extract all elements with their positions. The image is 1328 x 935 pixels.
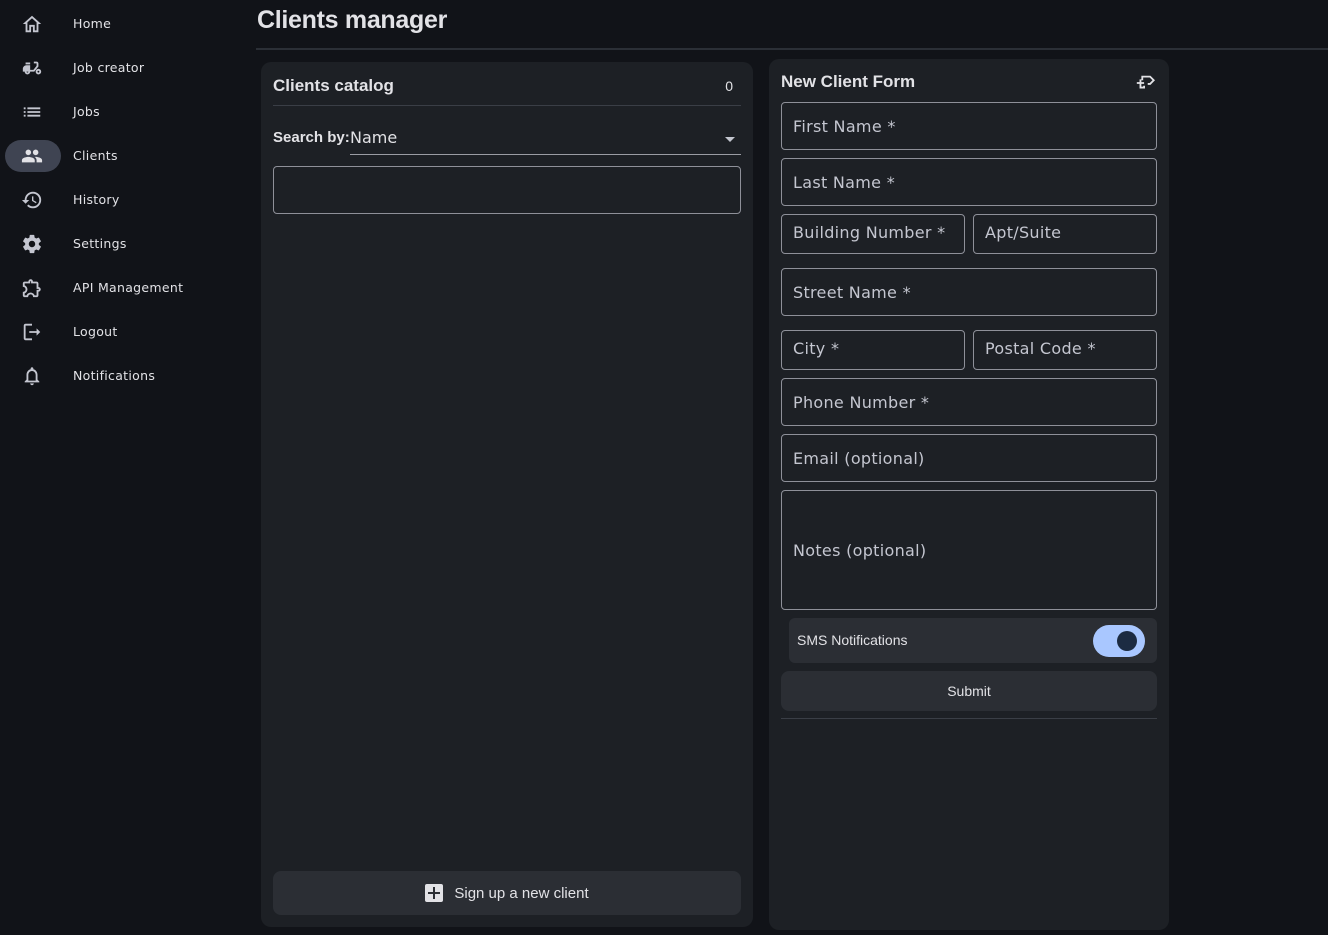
delivery-add-icon[interactable] [1134, 73, 1156, 93]
search-by-label: Search by: [273, 129, 350, 146]
sidebar-item-home[interactable]: Home [0, 8, 250, 40]
sidebar-item-notifications[interactable]: Notifications [0, 360, 250, 392]
sidebar-item-history[interactable]: History [0, 184, 250, 216]
people-icon [21, 145, 43, 167]
sidebar: Home Job creator Jobs Clients History Se [0, 0, 250, 935]
apt-suite-label: Apt/Suite [985, 223, 1062, 242]
sidebar-item-label: Jobs [73, 104, 100, 119]
search-by-value: Name [350, 128, 398, 147]
bell-icon [21, 365, 43, 387]
search-by-select[interactable]: Name [350, 124, 741, 155]
notes-label: Notes (optional) [793, 541, 927, 560]
sidebar-item-label: History [73, 192, 120, 207]
logout-icon [21, 321, 43, 343]
apt-suite-field[interactable]: Apt/Suite [973, 214, 1157, 254]
chevron-down-icon [725, 137, 735, 142]
last-name-label: Last Name * [793, 173, 896, 192]
home-icon [21, 13, 43, 35]
sidebar-item-label: Clients [73, 148, 118, 163]
postal-code-label: Postal Code * [985, 339, 1096, 358]
sign-up-client-button[interactable]: Sign up a new client [273, 871, 741, 915]
extension-icon [21, 277, 43, 299]
gear-icon [21, 233, 43, 255]
phone-number-field[interactable]: Phone Number * [781, 378, 1157, 426]
building-number-label: Building Number * [793, 223, 946, 242]
sidebar-item-label: Logout [73, 324, 118, 339]
sms-notifications-label: SMS Notifications [797, 632, 908, 648]
sidebar-item-label: Home [73, 16, 112, 31]
header-divider [256, 48, 1328, 50]
street-name-label: Street Name * [793, 283, 911, 302]
sidebar-item-clients[interactable]: Clients [0, 140, 250, 172]
form-divider [781, 718, 1157, 719]
page-title: Clients manager [257, 6, 448, 34]
sidebar-item-label: API Management [73, 280, 184, 295]
client-count: 0 [725, 78, 733, 94]
sidebar-item-settings[interactable]: Settings [0, 228, 250, 260]
first-name-label: First Name * [793, 117, 896, 136]
email-field[interactable]: Email (optional) [781, 434, 1157, 482]
sidebar-item-jobs[interactable]: Jobs [0, 96, 250, 128]
email-label: Email (optional) [793, 449, 925, 468]
sidebar-item-label: Notifications [73, 368, 156, 383]
moped-icon [21, 57, 43, 79]
sidebar-item-api-management[interactable]: API Management [0, 272, 250, 304]
sidebar-item-label: Job creator [73, 60, 145, 75]
clients-catalog-panel: Clients catalog 0 Search by: Name Sign u… [261, 62, 753, 927]
sidebar-item-logout[interactable]: Logout [0, 316, 250, 348]
submit-button[interactable]: Submit [781, 671, 1157, 711]
search-input[interactable] [273, 166, 741, 214]
sidebar-item-job-creator[interactable]: Job creator [0, 52, 250, 84]
toggle-knob [1117, 631, 1137, 651]
sign-up-label: Sign up a new client [454, 884, 589, 902]
sms-notifications-toggle[interactable] [1093, 625, 1145, 657]
history-icon [21, 189, 43, 211]
catalog-divider [273, 105, 741, 106]
building-number-field[interactable]: Building Number * [781, 214, 965, 254]
notes-field[interactable]: Notes (optional) [781, 490, 1157, 610]
city-label: City * [793, 339, 840, 358]
add-box-icon [425, 884, 444, 902]
phone-number-label: Phone Number * [793, 393, 930, 412]
last-name-field[interactable]: Last Name * [781, 158, 1157, 206]
first-name-field[interactable]: First Name * [781, 102, 1157, 150]
list-icon [21, 101, 43, 123]
catalog-title: Clients catalog [273, 76, 394, 95]
form-title: New Client Form [781, 72, 916, 91]
street-name-field[interactable]: Street Name * [781, 268, 1157, 316]
sms-notifications-row: SMS Notifications [789, 618, 1157, 663]
new-client-form-panel: New Client Form First Name * Last Name *… [769, 59, 1169, 930]
city-field[interactable]: City * [781, 330, 965, 370]
sidebar-item-label: Settings [73, 236, 127, 251]
postal-code-field[interactable]: Postal Code * [973, 330, 1157, 370]
